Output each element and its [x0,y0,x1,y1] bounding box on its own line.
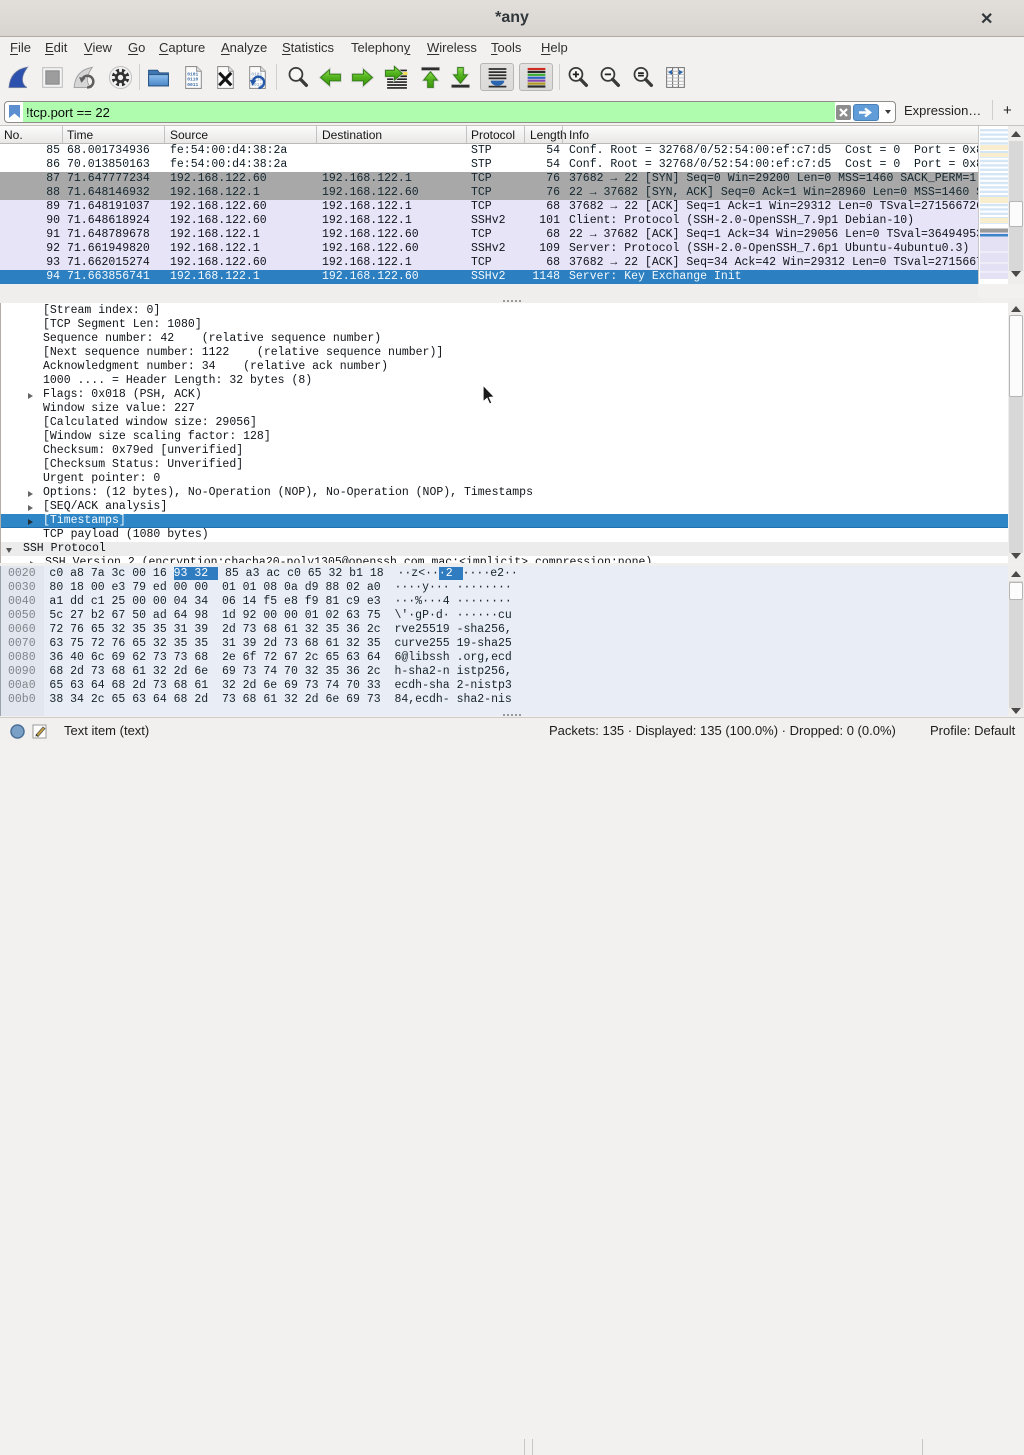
svg-text:0110: 0110 [187,77,198,83]
svg-text:0101: 0101 [187,71,198,77]
svg-text:0011: 0011 [187,82,198,88]
